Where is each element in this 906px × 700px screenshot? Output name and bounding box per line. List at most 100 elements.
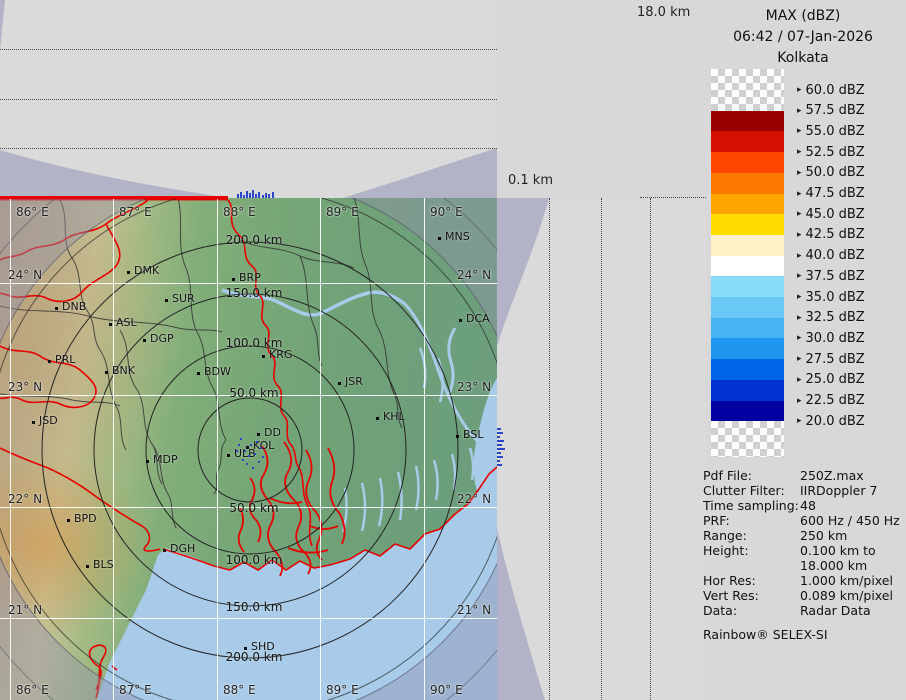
city-marker	[48, 360, 51, 363]
city-label: DD	[264, 426, 281, 439]
scale-swatch	[711, 214, 784, 236]
echo-dot	[238, 444, 240, 446]
city-label: BLS	[93, 558, 114, 571]
city-marker	[67, 519, 70, 522]
longitude-label: 88° E	[223, 205, 256, 219]
city-marker	[146, 460, 149, 463]
latitude-label: 23° N	[457, 380, 491, 394]
city-marker	[232, 278, 235, 281]
info-row: Range:250 km	[703, 528, 906, 543]
height-gridline	[549, 198, 550, 700]
echo-dot	[246, 463, 248, 465]
border-line-map-top	[0, 196, 228, 199]
info-field-value: 250 km	[800, 528, 847, 543]
info-field-label: Range:	[703, 528, 800, 543]
scale-label: 57.5 dBZ	[806, 103, 865, 118]
height-gridline	[650, 198, 651, 700]
scale-tick-arrow-icon: ▸	[797, 230, 802, 240]
scale-label-row: ▸40.0 dBZ	[797, 247, 865, 265]
product-info: Pdf File:250Z.maxClutter Filter:IIRDoppl…	[703, 468, 906, 642]
scale-swatch	[711, 256, 784, 278]
scale-tick-arrow-icon: ▸	[797, 168, 802, 178]
scale-tick-arrow-icon: ▸	[797, 126, 802, 136]
longitude-line	[217, 198, 218, 700]
scale-label-row: ▸47.5 dBZ	[797, 185, 865, 203]
city-marker	[456, 435, 459, 438]
info-field-value: Radar Data	[800, 603, 871, 618]
scale-label-row: ▸22.5 dBZ	[797, 392, 865, 410]
info-field-value: 48	[800, 498, 816, 513]
height-gridline	[0, 99, 497, 100]
city-label: DGP	[150, 332, 174, 345]
city-label: BDW	[204, 365, 231, 378]
info-field-value: 0.100 km to	[800, 543, 876, 558]
echo-dot	[254, 453, 256, 455]
scale-tick-arrow-icon: ▸	[797, 354, 802, 364]
longitude-line	[320, 198, 321, 700]
city-marker	[257, 433, 260, 436]
scale-swatch	[711, 276, 784, 298]
latitude-label: 22° N	[457, 492, 491, 506]
scale-tick-arrow-icon: ▸	[797, 375, 802, 385]
info-field-label: Pdf File:	[703, 468, 800, 483]
scale-label-row: ▸50.0 dBZ	[797, 164, 865, 182]
echo-tick	[497, 432, 503, 434]
scale-tick-arrow-icon: ▸	[797, 209, 802, 219]
info-field-label: PRF:	[703, 513, 800, 528]
echo-tick	[497, 436, 500, 438]
scale-swatch	[711, 131, 784, 153]
info-field-value: 600 Hz / 450 Hz	[800, 513, 900, 528]
range-ring-label: 200.0 km	[214, 233, 294, 247]
info-field-label: Data:	[703, 603, 800, 618]
echo-tick	[497, 460, 500, 462]
scale-label: 25.0 dBZ	[806, 372, 865, 387]
echo-dot	[258, 461, 260, 463]
city-marker	[262, 355, 265, 358]
scale-label-row: ▸30.0 dBZ	[797, 329, 865, 347]
city-marker	[244, 647, 247, 650]
longitude-line	[113, 198, 114, 700]
latitude-label: 22° N	[8, 492, 42, 506]
city-label: JSR	[345, 375, 363, 388]
scale-label: 42.5 dBZ	[806, 227, 865, 242]
echo-dot	[256, 441, 258, 443]
city-label: BNK	[112, 364, 135, 377]
city-marker	[165, 299, 168, 302]
scale-label-row: ▸ 42.5 dBZ	[797, 226, 865, 244]
city-marker	[197, 372, 200, 375]
city-marker	[376, 417, 379, 420]
longitude-label: 87° E	[119, 205, 152, 219]
info-field-label: Vert Res:	[703, 588, 800, 603]
scale-swatch	[711, 401, 784, 423]
product-info-rows: Pdf File:250Z.maxClutter Filter:IIRDoppl…	[703, 468, 906, 618]
city-label: KRG	[269, 348, 292, 361]
info-field-label: Clutter Filter:	[703, 483, 800, 498]
height-gridline	[0, 148, 497, 149]
longitude-line	[424, 198, 425, 700]
scale-swatch	[711, 338, 784, 360]
longitude-label: 86° E	[16, 205, 49, 219]
echo-dot	[248, 455, 250, 457]
info-field-value: 18.000 km	[800, 558, 867, 573]
city-label: KHL	[383, 410, 405, 423]
station-name: Kolkata	[700, 48, 906, 69]
city-marker	[338, 382, 341, 385]
info-row: Data:Radar Data	[703, 603, 906, 618]
city-marker	[227, 454, 230, 457]
product-title: MAX (dBZ)	[700, 6, 906, 27]
scale-tick-arrow-icon: ▸	[797, 333, 802, 343]
echo-tick	[497, 440, 504, 442]
city-label: BRP	[239, 271, 261, 284]
scale-swatch	[711, 380, 784, 402]
scale-label-row: ▸27.5 dBZ	[797, 350, 865, 368]
city-label: BSL	[463, 428, 483, 441]
scale-swatch	[711, 235, 784, 257]
echo-dot	[260, 447, 262, 449]
latitude-line	[0, 618, 497, 619]
scale-label: 60.0 dBZ	[806, 83, 865, 98]
info-field-value: 250Z.max	[800, 468, 864, 483]
latitude-label: 21° N	[8, 603, 42, 617]
cross-section-side-panel	[497, 198, 706, 700]
city-label: JSD	[39, 414, 58, 427]
radar-display-window: 18.0 km 0.1 km	[0, 0, 906, 700]
